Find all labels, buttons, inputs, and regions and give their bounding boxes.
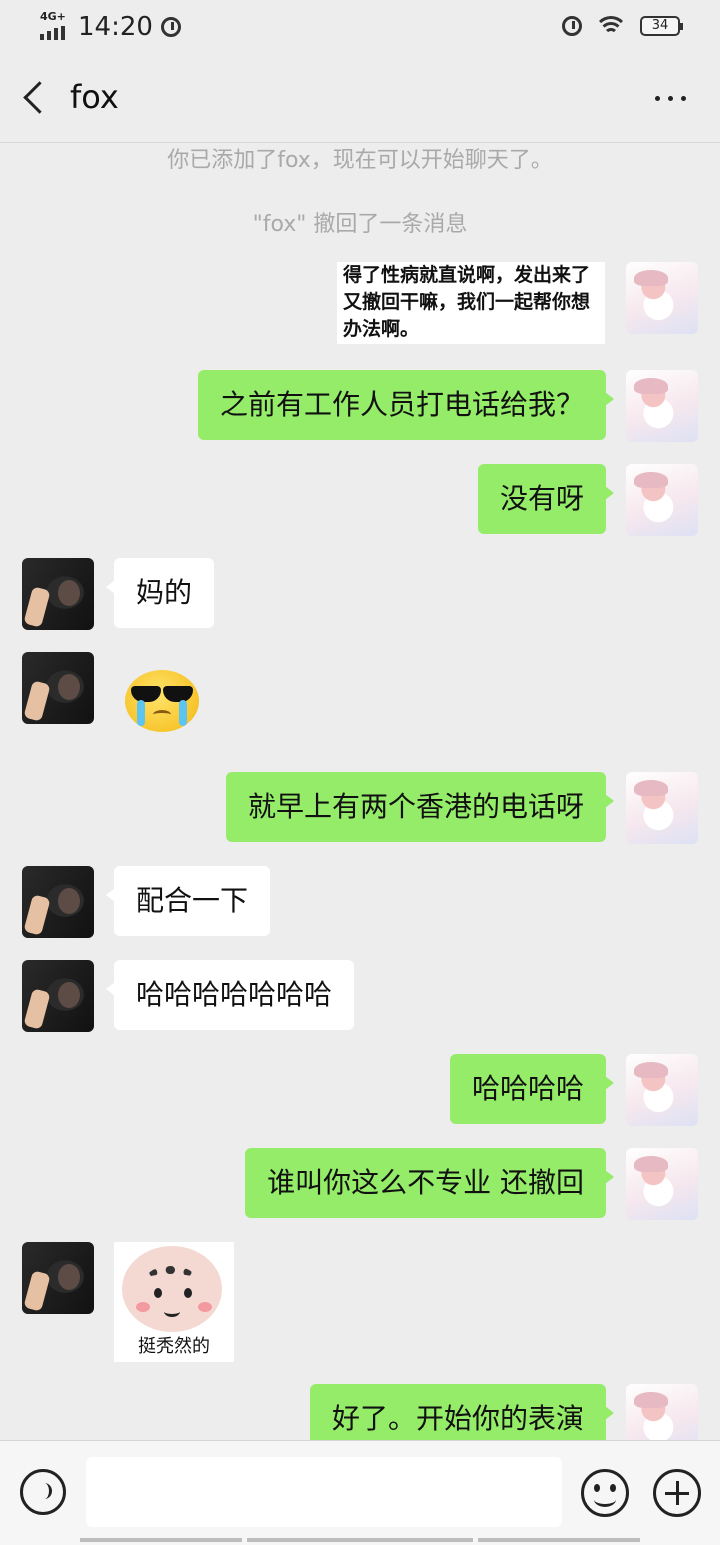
message-bubble-mine[interactable]: 好了。开始你的表演: [309, 1384, 615, 1440]
battery-icon: 34: [640, 16, 683, 36]
fox-avatar[interactable]: [22, 652, 94, 724]
chat-area[interactable]: 你已添加了fox，现在可以开始聊天了。 "fox" 撤回了一条消息 得了性病就直…: [0, 142, 720, 1440]
fox-avatar[interactable]: [22, 558, 94, 630]
voice-icon[interactable]: [20, 1469, 66, 1515]
my-avatar[interactable]: [626, 262, 698, 334]
fox-avatar[interactable]: [22, 1242, 94, 1314]
back-icon[interactable]: [23, 81, 56, 114]
message-bubble-mine[interactable]: 没有呀: [477, 464, 615, 534]
system-message: "fox" 撤回了一条消息: [252, 212, 468, 237]
my-avatar[interactable]: [626, 464, 698, 536]
sticker-caption: 挺秃然的: [138, 1336, 210, 1357]
my-avatar[interactable]: [626, 1384, 698, 1440]
wifi-icon: [596, 14, 626, 38]
status-bar: 4G+ 14:20 34: [0, 0, 720, 56]
alarm-clock-icon: [562, 16, 582, 36]
chat-title: fox: [70, 78, 119, 116]
my-avatar[interactable]: [626, 772, 698, 844]
message-bubble-mine[interactable]: 就早上有两个香港的电话呀: [225, 772, 615, 842]
message-bubble-mine[interactable]: 哈哈哈哈: [449, 1054, 615, 1124]
clock-time: 14:20: [78, 12, 153, 42]
my-avatar[interactable]: [626, 370, 698, 442]
message-bubble-theirs[interactable]: 妈的: [105, 558, 215, 628]
input-bar: [0, 1440, 720, 1545]
nav-handle: [478, 1538, 640, 1542]
network-type: 4G+: [40, 10, 66, 23]
system-message: 你已添加了fox，现在可以开始聊天了。: [167, 148, 553, 173]
image-message[interactable]: 得了性病就直说啊，发出来了又撤回干嘛，我们一起帮你想办法啊。: [337, 262, 605, 344]
message-bubble-theirs[interactable]: 配合一下: [105, 866, 271, 936]
cool-crying-emoji-icon[interactable]: [125, 670, 199, 732]
fox-avatar[interactable]: [22, 866, 94, 938]
my-avatar[interactable]: [626, 1148, 698, 1220]
more-icon[interactable]: [655, 96, 686, 101]
alarm-icon: [160, 17, 181, 37]
message-bubble-theirs[interactable]: 哈哈哈哈哈哈哈: [105, 960, 355, 1030]
message-bubble-mine[interactable]: 谁叫你这么不专业 还撤回: [245, 1148, 614, 1218]
plus-icon[interactable]: [653, 1469, 701, 1517]
smile-icon[interactable]: [581, 1469, 629, 1517]
fox-avatar[interactable]: [22, 960, 94, 1032]
nav-handle: [80, 1538, 242, 1542]
sticker-message[interactable]: 挺秃然的: [114, 1242, 234, 1362]
nav-handle: [247, 1538, 473, 1542]
my-avatar[interactable]: [626, 1054, 698, 1126]
message-input[interactable]: [86, 1457, 562, 1527]
message-bubble-mine[interactable]: 之前有工作人员打电话给我？: [197, 370, 615, 440]
chat-header: fox: [0, 56, 720, 143]
signal-icon: 4G+: [40, 10, 70, 40]
